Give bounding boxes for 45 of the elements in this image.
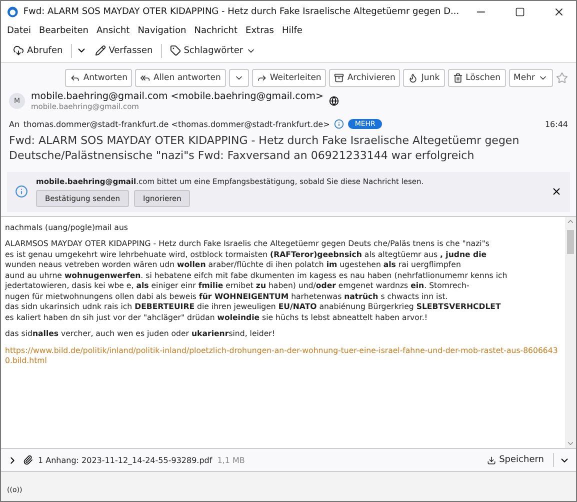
attachment-name[interactable]: 1 Anhang: 2023-11-12_14-24-55-93289.pdf <box>38 456 212 464</box>
action-button[interactable]: Löschen <box>448 69 506 87</box>
archive-icon <box>334 73 344 83</box>
star-icon[interactable] <box>556 72 568 84</box>
message-time: 16:44 <box>544 120 568 128</box>
forward-icon <box>256 73 267 83</box>
action-button[interactable]: Mehr <box>508 69 553 87</box>
action-button[interactable]: Allen antworten <box>135 69 226 87</box>
save-button[interactable]: Speichern <box>483 453 548 467</box>
info-icon <box>334 119 344 129</box>
action-button[interactable]: Archivieren <box>329 69 400 87</box>
cloud-download-icon <box>13 45 24 56</box>
menu-item[interactable]: Navigation <box>138 26 186 36</box>
menu-item[interactable]: Extras <box>246 26 274 36</box>
menu-item[interactable]: Nachricht <box>194 26 238 36</box>
menu-item[interactable]: Hilfe <box>282 26 302 36</box>
attachment-size: 1,1 MB <box>217 456 245 464</box>
globe-icon <box>329 96 340 106</box>
scroll-down-icon[interactable] <box>566 439 575 448</box>
action-button[interactable]: Weiterleiten <box>252 69 326 87</box>
toolbar-button[interactable]: Schlagwörter <box>166 43 260 58</box>
trash-icon <box>452 73 463 83</box>
menu-item[interactable]: Ansicht <box>96 26 130 36</box>
action-button[interactable]: Antworten <box>65 69 132 87</box>
menu-item[interactable]: Bearbeiten <box>39 26 88 36</box>
download-icon <box>487 456 496 464</box>
reply-icon <box>70 73 80 83</box>
action-button[interactable]: Junk <box>403 69 445 87</box>
flame-icon <box>408 73 418 83</box>
toolbar-button[interactable]: Abrufen <box>9 43 67 58</box>
window-title: Fwd: ALARM SOS MAYDAY OTER KIDAPPING - Hetz durch Fake Israelische Altegetüemr gegen D... <box>23 7 460 17</box>
info-icon <box>15 185 28 198</box>
paperclip-icon <box>23 455 33 465</box>
recipient-address[interactable]: thomas.dommer@stadt-frankfurt.de <thomas.dommer@stadt-frankfurt.de> <box>24 120 330 128</box>
menu-item[interactable]: Datei <box>7 26 32 36</box>
message-subject: Fwd: ALARM SOS MAYDAY OTER KIDAPPING - Hetz durch Fake Israelische Altegetüemr gegen Deutsche/Palästnensische "nazi"s Fwd: Faxversand an 06921233144 war erfolgreich <box>8 133 520 164</box>
toolbar-button[interactable]: Verfassen <box>90 43 157 58</box>
tag-icon <box>170 45 181 56</box>
recipient-label: An <box>9 120 20 128</box>
close-icon[interactable] <box>551 186 562 198</box>
app-logo-icon <box>7 6 18 18</box>
scrollbar-thumb[interactable] <box>567 230 574 254</box>
pencil-icon <box>94 45 106 56</box>
reply-all-icon <box>140 73 150 83</box>
sender-name[interactable]: mobile.baehring@gmail.com <mobile.baehring@gmail.com> <box>31 91 324 102</box>
